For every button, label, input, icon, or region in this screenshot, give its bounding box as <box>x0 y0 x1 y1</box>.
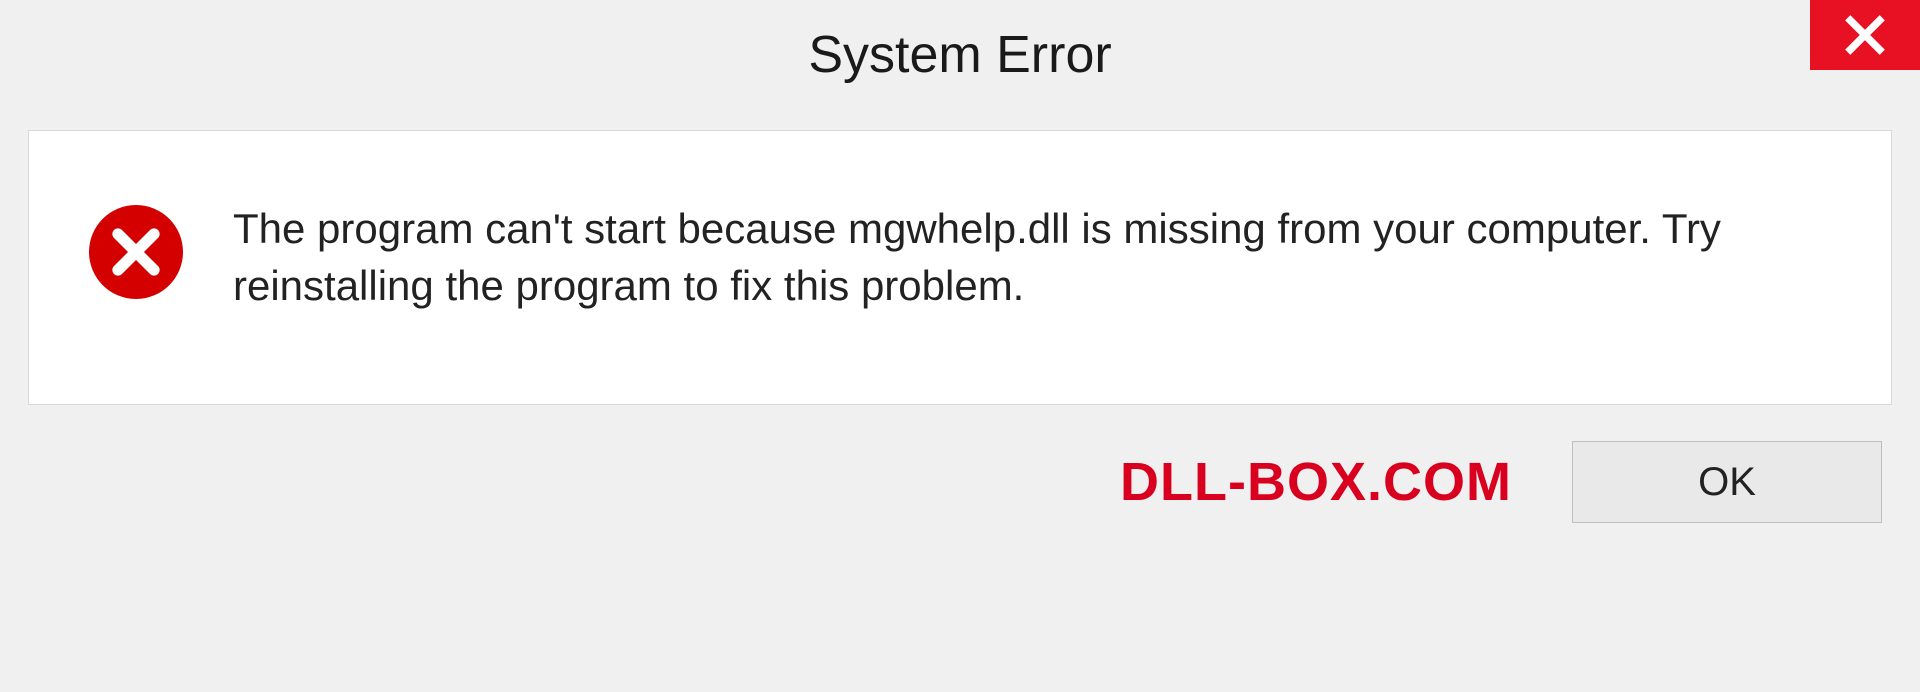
watermark-text: DLL-BOX.COM <box>1120 451 1512 513</box>
dialog-title: System Error <box>808 25 1111 85</box>
error-message: The program can't start because mgwhelp.… <box>233 201 1831 314</box>
dialog-footer: DLL-BOX.COM OK <box>28 425 1892 523</box>
error-icon <box>89 205 183 299</box>
ok-button[interactable]: OK <box>1572 441 1882 523</box>
x-mark-icon <box>109 225 163 279</box>
titlebar: System Error <box>0 0 1920 110</box>
close-button[interactable] <box>1810 0 1920 70</box>
dialog-content: The program can't start because mgwhelp.… <box>28 130 1892 405</box>
close-icon <box>1843 13 1887 57</box>
